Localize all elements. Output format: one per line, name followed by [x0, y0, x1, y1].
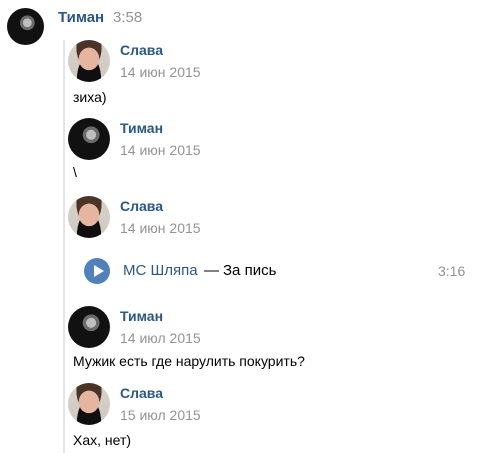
message-author-name[interactable]: Тиман	[120, 307, 163, 325]
header-author-name[interactable]: Тиман	[58, 8, 104, 28]
avatar-timan[interactable]	[68, 118, 110, 160]
avatar-slava[interactable]	[68, 383, 110, 425]
message-date: 14 июн 2015	[120, 142, 201, 158]
message-text: \	[73, 164, 77, 180]
avatar-slava[interactable]	[68, 40, 110, 82]
message-date: 14 июл 2015	[120, 330, 201, 346]
audio-duration: 3:16	[438, 263, 466, 279]
message-author-name[interactable]: Слава	[120, 41, 163, 59]
audio-title[interactable]: За пись	[223, 262, 276, 280]
message-date: 14 июн 2015	[120, 220, 201, 236]
message-date: 15 июл 2015	[120, 407, 201, 423]
avatar-slava[interactable]	[68, 196, 110, 238]
forwarded-messages-line	[63, 40, 65, 453]
message-author-name[interactable]: Тиман	[120, 119, 163, 137]
header-time: 3:58	[113, 9, 143, 26]
audio-artist-link[interactable]: МС Шляпа	[123, 262, 198, 280]
message-text: Мужик есть где нарулить покурить?	[73, 353, 305, 369]
audio-play-button[interactable]	[84, 258, 110, 284]
message-date: 14 июн 2015	[120, 64, 201, 80]
audio-separator: —	[204, 262, 219, 279]
message-author-name[interactable]: Слава	[120, 384, 163, 402]
message-text: Хах, нет)	[73, 432, 132, 448]
avatar-timan[interactable]	[68, 306, 110, 348]
message-text: зиха)	[73, 89, 107, 105]
avatar-timan-header[interactable]	[7, 8, 44, 45]
message-author-name[interactable]: Слава	[120, 197, 163, 215]
